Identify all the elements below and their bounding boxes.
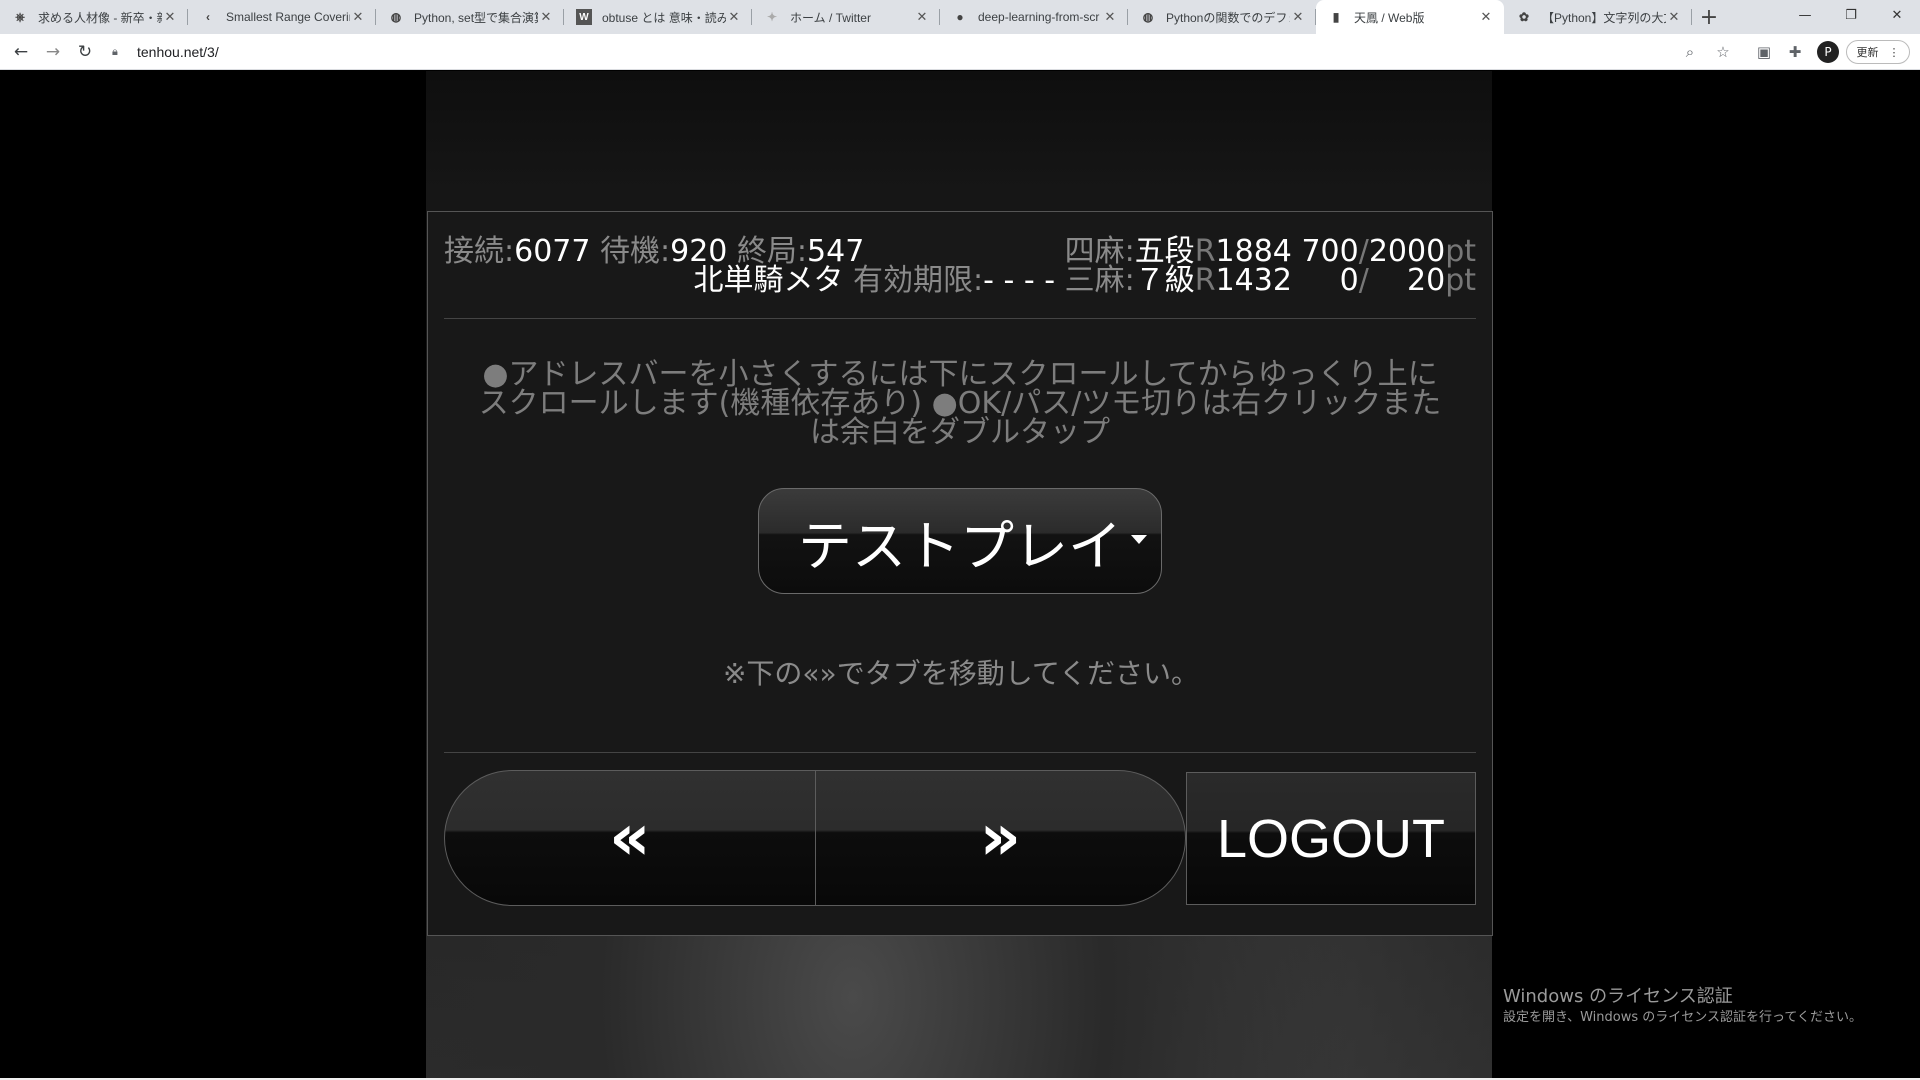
- username: 北単騎メタ: [693, 263, 844, 298]
- avatar[interactable]: P: [1817, 41, 1839, 63]
- browser-tab[interactable]: ‹ Smallest Range Coverin ✕: [188, 0, 376, 34]
- update-label: 更新: [1856, 46, 1879, 59]
- menu-dots-icon: ⋮: [1888, 45, 1900, 59]
- minimize-icon[interactable]: —: [1782, 0, 1828, 30]
- windows-activation-watermark: Windows のライセンス認証 設定を開き、Windows のライセンス認証を…: [1503, 985, 1862, 1027]
- globe-icon: ◍: [390, 10, 402, 24]
- caret-down-icon: [1131, 535, 1147, 544]
- page-content: 接続:6077 待機:920 終局:547 四麻:五段R1884 700/200…: [0, 71, 1920, 1078]
- browser-tab[interactable]: ◍ Pythonの関数でのデフォル ✕: [1128, 0, 1316, 34]
- close-icon[interactable]: ✕: [726, 9, 742, 25]
- puzzle-icon[interactable]: ✚: [1785, 42, 1805, 62]
- lobby-panel: 接続:6077 待機:920 終局:547 四麻:五段R1884 700/200…: [427, 211, 1493, 936]
- update-button[interactable]: 更新 ⋮: [1846, 40, 1910, 64]
- lock-icon: 🔒︎: [112, 45, 118, 58]
- prev-tab-button[interactable]: «: [445, 771, 816, 905]
- tab-title: deep-learning-from-scr: [978, 10, 1100, 24]
- tab-title: Python, set型で集合演算: [414, 10, 538, 25]
- browser-tab-active[interactable]: ▮ 天鳳 / Web版 ✕: [1316, 0, 1504, 34]
- tab-title: 天鳳 / Web版: [1354, 10, 1425, 25]
- twitter-icon: ✦: [766, 10, 778, 24]
- user-info: 北単騎メタ 有効期限:- - - - 三麻:７級R1432 0/ 20pt: [693, 263, 1477, 298]
- reload-icon[interactable]: ↻: [73, 40, 97, 64]
- url-text: tenhou.net/3/: [137, 44, 219, 60]
- window-controls: — ❐ ✕: [1782, 0, 1920, 30]
- star-icon[interactable]: ☆: [1713, 42, 1733, 62]
- close-icon[interactable]: ✕: [1102, 9, 1118, 25]
- watermark-title: Windows のライセンス認証: [1503, 986, 1733, 1007]
- browser-tab[interactable]: W obtuse とは 意味・読み方 ✕: [564, 0, 752, 34]
- zoom-icon[interactable]: ⌕: [1680, 42, 1700, 62]
- forward-icon[interactable]: →: [41, 40, 65, 64]
- tenhou-icon: ▮: [1332, 10, 1340, 24]
- tab-strip: ⎈ 求める人材像 - 新卒・新 ✕ ‹ Smallest Range Cover…: [0, 0, 1920, 34]
- back-icon[interactable]: ←: [9, 40, 33, 64]
- close-icon[interactable]: ✕: [350, 9, 366, 25]
- close-window-icon[interactable]: ✕: [1874, 0, 1920, 30]
- tab-title: 【Python】文字列の大文: [1542, 10, 1666, 25]
- browser-tab[interactable]: ✦ ホーム / Twitter ✕: [752, 0, 940, 34]
- close-icon[interactable]: ✕: [914, 9, 930, 25]
- notice-text: ●アドレスバーを小さくするには下にスクロールしてからゆっくり上にスクロールします…: [478, 357, 1442, 450]
- divider: [444, 318, 1476, 319]
- close-icon[interactable]: ✕: [162, 9, 178, 25]
- close-icon[interactable]: ✕: [1478, 9, 1494, 25]
- browser-tab[interactable]: ◍ Python, set型で集合演算 ✕: [376, 0, 564, 34]
- close-icon[interactable]: ✕: [1290, 9, 1306, 25]
- hint-text: ※下の«»でタブを移動してください。: [722, 657, 1200, 690]
- new-tab-button[interactable]: +: [1692, 0, 1726, 34]
- weblio-icon: W: [576, 9, 592, 25]
- browser-tab[interactable]: ✿ 【Python】文字列の大文 ✕: [1504, 0, 1692, 34]
- browser-tab[interactable]: ● deep-learning-from-scr ✕: [940, 0, 1128, 34]
- watermark-subtitle: 設定を開き、Windows のライセンス認証を行ってください。: [1503, 1010, 1862, 1025]
- extension-icon[interactable]: ▣: [1754, 42, 1774, 62]
- tab-title: Pythonの関数でのデフォル: [1166, 10, 1290, 25]
- tab-nav-group: « »: [444, 770, 1186, 906]
- globe-icon: ◍: [1142, 10, 1154, 24]
- browser-tab[interactable]: ⎈ 求める人材像 - 新卒・新 ✕: [0, 0, 188, 34]
- stats-area: 接続:6077 待機:920 終局:547 四麻:五段R1884 700/200…: [444, 236, 1476, 300]
- github-icon: ●: [956, 10, 964, 24]
- tab-title: obtuse とは 意味・読み方: [602, 10, 726, 25]
- divider: [444, 752, 1476, 753]
- logout-button[interactable]: LOGOUT: [1186, 772, 1476, 905]
- browser-toolbar: ← → ↻ 🔒︎ tenhou.net/3/ ⌕ ☆ ▣ ✚ P 更新 ⋮: [0, 34, 1920, 70]
- tab-title: Smallest Range Coverin: [226, 10, 350, 24]
- tab-title: ホーム / Twitter: [790, 10, 871, 25]
- leetcode-icon: ‹: [206, 10, 210, 24]
- openai-icon: ✿: [1518, 10, 1530, 24]
- restore-icon[interactable]: ❐: [1828, 0, 1874, 30]
- close-icon[interactable]: ✕: [538, 9, 554, 25]
- close-icon[interactable]: ✕: [1666, 9, 1682, 25]
- next-tab-button[interactable]: »: [816, 771, 1186, 905]
- helm-icon: ⎈: [15, 9, 25, 24]
- game-mode-label: テストプレイ: [798, 514, 1122, 578]
- game-mode-select[interactable]: テストプレイ: [758, 488, 1162, 594]
- address-bar[interactable]: 🔒︎ tenhou.net/3/: [108, 38, 1768, 66]
- tab-title: 求める人材像 - 新卒・新: [38, 10, 162, 25]
